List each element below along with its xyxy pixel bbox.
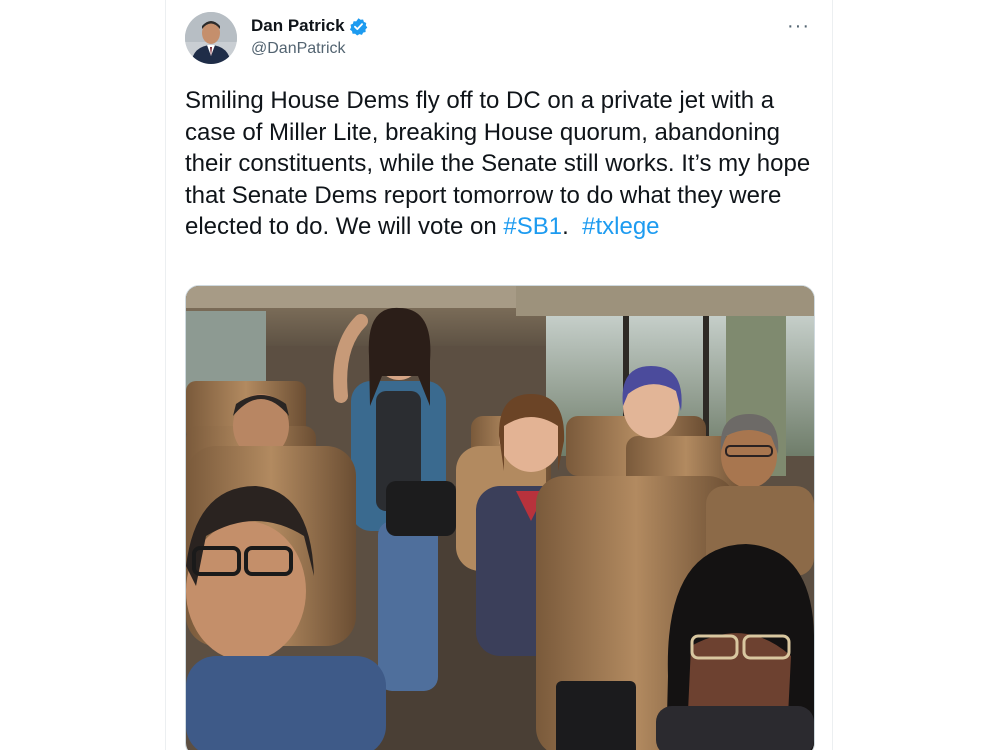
hashtag-separator: . [562, 213, 583, 240]
tweet-body-text: Smiling House Dems fly off to DC on a pr… [185, 87, 811, 240]
hashtag-link-sb1[interactable]: #SB1 [503, 213, 562, 240]
hashtag-link-txlege[interactable]: #txlege [582, 213, 659, 240]
author-handle[interactable]: @DanPatrick [251, 40, 346, 58]
more-options-button[interactable]: ··· [787, 16, 810, 36]
author-display-name[interactable]: Dan Patrick [251, 16, 368, 36]
tweet-card[interactable]: Dan Patrick @DanPatrick ··· Smiling Hous… [165, 0, 833, 750]
bus-group-photo-icon [186, 286, 814, 750]
verified-badge-icon [349, 17, 368, 36]
tweet-text: Smiling House Dems fly off to DC on a pr… [185, 85, 820, 243]
author-avatar[interactable] [185, 12, 237, 64]
tweet-media-photo[interactable] [185, 285, 815, 750]
display-name-text: Dan Patrick [251, 16, 345, 35]
avatar-photo-icon [185, 12, 237, 64]
